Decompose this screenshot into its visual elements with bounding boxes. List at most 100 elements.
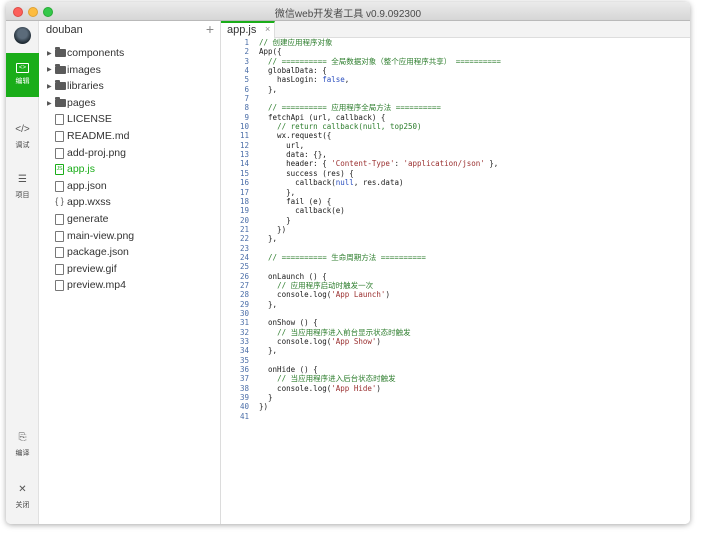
line-number: 12 [239,140,249,150]
code-text: } [259,215,291,225]
file-explorer: douban + ▶ components ▶ images ▶ libraries ▶ pa… [39,21,221,524]
code-text: // 当应用程序进入后台状态时触发 [277,374,396,384]
code-editor[interactable]: 1// 创建应用程序对象 2 App({3 // ========== 全局数据对象… [221,38,690,524]
code-text: globalData: { [259,66,327,76]
line-number: 32 [239,327,249,337]
tool-project[interactable]: ☰ 项目 [6,167,39,211]
code-text: }, [259,234,278,244]
avatar[interactable] [14,27,31,44]
caret-right-icon[interactable]: ▶ [47,66,52,73]
caret-right-icon[interactable]: ▶ [47,83,52,90]
code-text: // ========== 生命周期方法 ========== [268,252,426,262]
code-line: 34 }, [221,346,690,355]
code-line: 30 [221,309,690,318]
file-item[interactable]: main-view.png [39,228,221,245]
code-line: 22 }, [221,234,690,243]
code-text: console.log('App Hide') [259,383,381,393]
file-name: generate [67,212,109,225]
caret-right-icon[interactable]: ▶ [47,100,52,107]
file-item[interactable]: LICENSE [39,111,221,128]
folder-icon [55,47,66,57]
code-line: 7 [221,94,690,103]
line-number: 39 [239,393,249,403]
debug-icon: </> [15,124,30,135]
code-line: 15 success (res) { [221,169,690,178]
line-number: 27 [239,280,249,290]
line-number: 37 [239,374,249,384]
code-lines: 1// 创建应用程序对象 2 App({3 // ========== 全局数据对象… [221,38,690,421]
code-line: 4 globalData: { [221,66,690,75]
file-item[interactable]: preview.mp4 [39,277,221,294]
code-line: 32 // 当应用程序进入前台显示状态时触发 [221,328,690,337]
code-editor-icon: <> [16,63,29,73]
line-number: 34 [239,346,249,356]
code-text: }, [259,299,278,309]
close-project-button[interactable]: ✕ 关闭 [6,477,39,521]
code-line: 12 url, [221,141,690,150]
code-text: }, [259,187,296,197]
file-item[interactable]: add-proj.png [39,145,221,162]
code-text: data: {}, [259,150,327,160]
tool-edit[interactable]: <> 编辑 [6,53,39,97]
tab-close-icon[interactable]: × [265,24,270,34]
file-icon [55,280,64,292]
line-number: 30 [239,308,249,318]
title-bar[interactable]: 微信web开发者工具 v0.9.092300 [6,2,690,21]
line-number: 20 [239,215,249,225]
code-text: // ========== 全局数据对象（整个应用程序共享） =========… [268,56,501,66]
file-name: main-view.png [67,229,135,242]
image-file-icon [55,263,64,275]
menu-list-icon: ☰ [18,174,27,185]
line-number: 16 [239,178,249,188]
file-item[interactable]: preview.gif [39,261,221,278]
file-name: package.json [67,246,129,259]
code-text: onShow () { [259,318,318,328]
braces-file-icon: { } [55,196,64,207]
add-file-button[interactable]: + [206,21,214,37]
code-line: 8 // ========== 应用程序全局方法 ========== [221,103,690,112]
file-name: LICENSE [67,113,112,126]
folder-item[interactable]: ▶ images [39,62,221,79]
code-line: 13 data: {}, [221,150,690,159]
code-line: 19 callback(e) [221,206,690,215]
file-item[interactable]: app.json [39,178,221,195]
file-item[interactable]: README.md [39,128,221,145]
code-text: onLaunch () { [259,271,327,281]
code-line: 38 console.log('App Hide') [221,384,690,393]
file-item[interactable]: JS app.js [39,161,221,178]
code-text: }, [259,84,278,94]
code-line: 23 [221,244,690,253]
close-icon: ✕ [18,484,27,495]
code-line: 25 [221,262,690,271]
code-text: // return callback(null, top250) [277,122,422,132]
code-line: 24 // ========== 生命周期方法 ========== [221,253,690,262]
left-toolbar: <> 编辑 </> 调试 ☰ 项目 ⎘ 编译 ✕ 关闭 [6,21,39,524]
line-number: 38 [239,383,249,393]
editor-tab-bar: app.js × [221,21,690,38]
folder-item[interactable]: ▶ libraries [39,78,221,95]
code-text: success (res) { [259,168,354,178]
code-line: 14 header: { 'Content-Type': 'applicatio… [221,159,690,168]
tab-app-js[interactable]: app.js × [221,21,275,38]
line-number: 13 [239,150,249,160]
code-text: header: { 'Content-Type': 'application/j… [259,159,499,169]
code-line: 29 }, [221,300,690,309]
project-name: douban [46,24,83,36]
code-text: App({ [259,47,282,57]
file-item[interactable]: { } app.wxss [39,194,221,211]
tool-debug[interactable]: </> 调试 [6,117,39,161]
code-text: url, [259,140,305,150]
js-badge: JS [56,166,63,173]
caret-right-icon[interactable]: ▶ [47,50,52,57]
file-icon [55,213,64,225]
compile-icon: ⎘ [18,432,27,443]
compile-button[interactable]: ⎘ 编译 [6,425,39,469]
file-icon [55,130,64,142]
folder-item[interactable]: ▶ pages [39,95,221,112]
folder-item[interactable]: ▶ components [39,45,221,62]
file-item[interactable]: generate [39,211,221,228]
image-file-icon [55,147,64,159]
code-text: onHide () { [259,365,318,375]
code-line: 26 onLaunch () { [221,272,690,281]
file-item[interactable]: package.json [39,244,221,261]
